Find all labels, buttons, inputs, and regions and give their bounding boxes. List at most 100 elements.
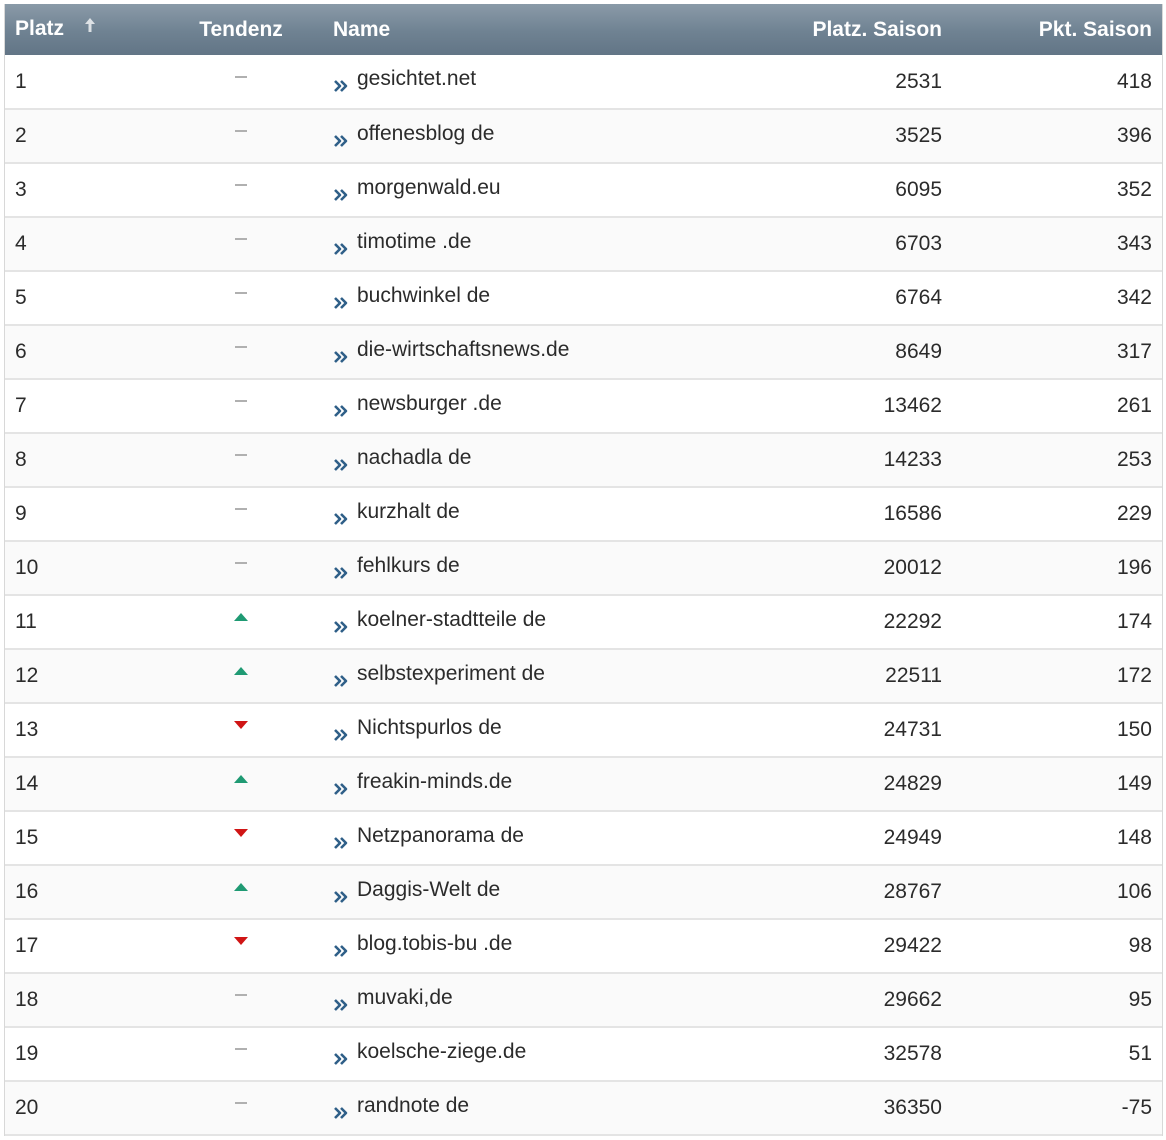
cell-platz-saison: 32578 bbox=[797, 1027, 958, 1081]
trend-unchanged-icon bbox=[233, 388, 249, 402]
double-chevron-right-icon bbox=[333, 400, 349, 417]
table-row: 10 fehlkurs de 20012 196 bbox=[5, 541, 1162, 595]
cell-platz: 20 bbox=[5, 1081, 155, 1135]
table-row: 3 morgenwald.eu 6095 352 bbox=[5, 163, 1162, 217]
platz-saison-value: 22292 bbox=[883, 610, 942, 633]
cell-pkt-saison: 95 bbox=[958, 973, 1162, 1027]
site-link[interactable]: die-wirtschaftsnews.de bbox=[333, 337, 570, 363]
header-platz-saison-label: Platz. Saison bbox=[812, 17, 942, 41]
platz-value: 17 bbox=[15, 934, 39, 957]
pkt-saison-value: 172 bbox=[1116, 664, 1152, 687]
cell-pkt-saison: 51 bbox=[958, 1027, 1162, 1081]
cell-pkt-saison: 148 bbox=[958, 811, 1162, 865]
sort-up-arrow-icon[interactable] bbox=[84, 15, 96, 39]
site-link[interactable]: kurzhalt de bbox=[333, 499, 460, 525]
cell-platz: 15 bbox=[5, 811, 155, 865]
site-link[interactable]: buchwinkel de bbox=[333, 284, 490, 309]
cell-tendenz bbox=[155, 379, 327, 433]
cell-platz: 5 bbox=[5, 271, 155, 325]
cell-tendenz bbox=[155, 433, 327, 487]
pkt-saison-value: 51 bbox=[1128, 1042, 1152, 1065]
cell-tendenz bbox=[155, 865, 327, 919]
platz-value: 10 bbox=[15, 556, 39, 579]
cell-pkt-saison: 106 bbox=[958, 865, 1162, 919]
site-name: die-wirtschaftsnews.de bbox=[357, 337, 570, 361]
site-name: kurzhalt de bbox=[357, 499, 460, 523]
trend-up-icon bbox=[233, 604, 249, 621]
site-link[interactable]: muvaki,de bbox=[333, 986, 453, 1011]
cell-tendenz bbox=[155, 325, 327, 379]
site-link[interactable]: offenesblog de bbox=[333, 122, 494, 147]
pkt-saison-value: 229 bbox=[1116, 502, 1152, 525]
cell-name: die-wirtschaftsnews.de bbox=[327, 325, 797, 379]
header-name[interactable]: Name bbox=[327, 4, 797, 55]
trend-unchanged-icon bbox=[233, 1036, 249, 1050]
site-link[interactable]: koelsche-ziege.de bbox=[333, 1040, 526, 1065]
platz-value: 13 bbox=[15, 718, 39, 741]
platz-saison-value: 29422 bbox=[883, 934, 942, 957]
cell-platz: 6 bbox=[5, 325, 155, 379]
site-link[interactable]: nachadla de bbox=[333, 446, 471, 471]
cell-name: gesichtet.net bbox=[327, 55, 797, 109]
platz-value: 2 bbox=[15, 124, 27, 147]
site-link[interactable]: koelner-stadtteile de bbox=[333, 607, 547, 633]
site-link[interactable]: blog.tobis-bu .de bbox=[333, 932, 512, 957]
pkt-saison-value: 174 bbox=[1116, 610, 1152, 633]
site-name: koelner-stadtteile de bbox=[357, 607, 547, 631]
cell-platz: 14 bbox=[5, 757, 155, 811]
cell-name: newsburger .de bbox=[327, 379, 797, 433]
cell-platz: 9 bbox=[5, 487, 155, 541]
table-header-row: Platz Tendenz Name Platz. Saison Pkt. Sa… bbox=[5, 4, 1162, 55]
header-pkt-saison[interactable]: Pkt. Saison bbox=[958, 4, 1162, 55]
cell-name: morgenwald.eu bbox=[327, 163, 797, 217]
cell-tendenz bbox=[155, 703, 327, 757]
site-link[interactable]: Netzpanorama de bbox=[333, 824, 524, 849]
site-link[interactable]: timotime .de bbox=[333, 230, 471, 255]
cell-platz: 16 bbox=[5, 865, 155, 919]
platz-saison-value: 13462 bbox=[883, 394, 942, 417]
cell-tendenz bbox=[155, 109, 327, 163]
header-platz[interactable]: Platz bbox=[5, 4, 155, 55]
site-link[interactable]: randnote de bbox=[333, 1094, 469, 1119]
site-link[interactable]: freakin-minds.de bbox=[333, 770, 512, 795]
double-chevron-right-icon bbox=[333, 940, 349, 957]
cell-platz: 7 bbox=[5, 379, 155, 433]
double-chevron-right-icon bbox=[333, 238, 349, 255]
ranking-table: Platz Tendenz Name Platz. Saison Pkt. Sa… bbox=[5, 4, 1162, 1136]
cell-tendenz bbox=[155, 811, 327, 865]
cell-name: Nichtspurlos de bbox=[327, 703, 797, 757]
site-link[interactable]: newsburger .de bbox=[333, 392, 502, 417]
platz-saison-value: 24949 bbox=[883, 826, 942, 849]
table-row: 7 newsburger .de 13462 261 bbox=[5, 379, 1162, 433]
site-name: fehlkurs de bbox=[357, 553, 460, 577]
cell-platz-saison: 6095 bbox=[797, 163, 958, 217]
double-chevron-right-icon bbox=[333, 562, 349, 579]
site-link[interactable]: morgenwald.eu bbox=[333, 176, 501, 201]
platz-value: 5 bbox=[15, 286, 27, 309]
cell-name: Daggis-Welt de bbox=[327, 865, 797, 919]
site-link[interactable]: selbstexperiment de bbox=[333, 662, 545, 687]
site-link[interactable]: Nichtspurlos de bbox=[333, 716, 502, 741]
pkt-saison-value: 342 bbox=[1116, 286, 1152, 309]
site-link[interactable]: gesichtet.net bbox=[333, 67, 476, 92]
platz-value: 16 bbox=[15, 880, 39, 903]
table-row: 14 freakin-minds.de 24829 149 bbox=[5, 757, 1162, 811]
trend-unchanged-icon bbox=[233, 172, 249, 186]
cell-platz: 17 bbox=[5, 919, 155, 973]
site-link[interactable]: Daggis-Welt de bbox=[333, 877, 501, 903]
pkt-saison-value: 396 bbox=[1116, 124, 1152, 147]
header-tendenz[interactable]: Tendenz bbox=[155, 4, 327, 55]
pkt-saison-value: 253 bbox=[1116, 448, 1152, 471]
double-chevron-right-icon bbox=[333, 346, 349, 363]
double-chevron-right-icon bbox=[333, 508, 349, 525]
platz-saison-value: 24731 bbox=[883, 718, 942, 741]
table-row: 9 kurzhalt de 16586 229 bbox=[5, 487, 1162, 541]
site-link[interactable]: fehlkurs de bbox=[333, 553, 460, 579]
double-chevron-right-icon bbox=[333, 832, 349, 849]
header-platz-saison[interactable]: Platz. Saison bbox=[797, 4, 958, 55]
cell-pkt-saison: 261 bbox=[958, 379, 1162, 433]
header-platz-label: Platz bbox=[15, 17, 65, 41]
site-name: Daggis-Welt de bbox=[357, 877, 501, 901]
cell-pkt-saison: 396 bbox=[958, 109, 1162, 163]
cell-tendenz bbox=[155, 757, 327, 811]
